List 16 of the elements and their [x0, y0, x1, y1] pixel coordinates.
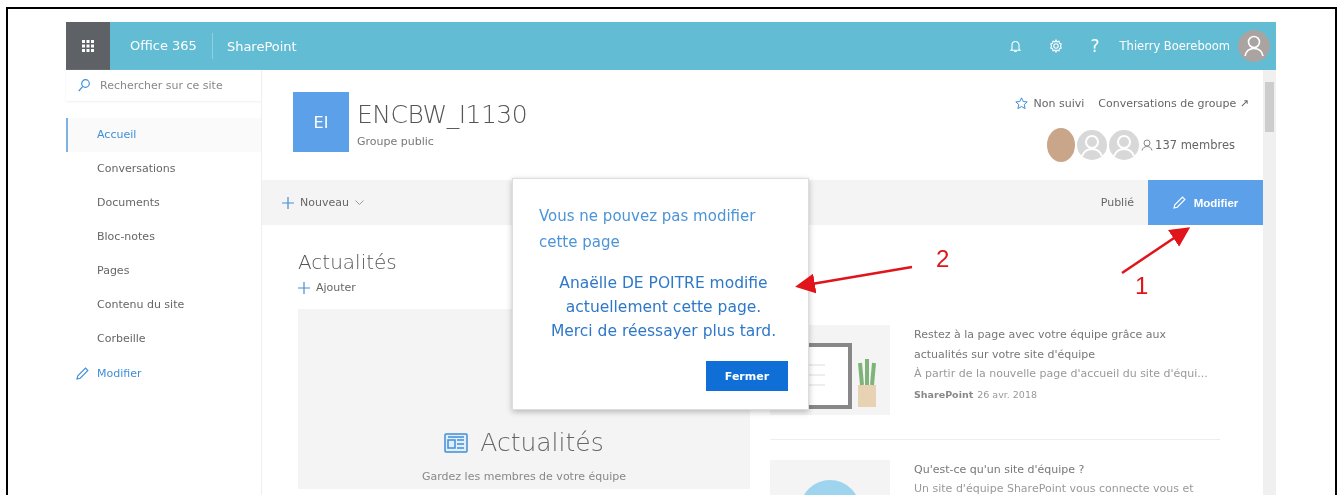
news-description: Un site d'équipe SharePoint vous connecte vous et	[914, 481, 1194, 495]
publish-status: Publié	[1100, 196, 1134, 209]
news-date: 26 avr. 2018	[977, 389, 1037, 400]
site-logo: EI	[293, 92, 349, 152]
site-title: ENCBW_I1130	[357, 100, 529, 129]
site-privacy: Groupe public	[357, 135, 435, 148]
news-source: SharePoint	[914, 389, 974, 400]
placeholder-text: Gardez les membres de votre équipe	[422, 470, 626, 483]
news-heading: Actualités	[298, 250, 398, 274]
placeholder-title: Actualités	[480, 428, 604, 457]
dialog-title: Vous ne pouvez pas modifier cette page	[539, 206, 757, 253]
news-description: À partir de la nouvelle page d'accueil du site d'équi...	[914, 366, 1209, 382]
follow-label: Non suivi	[1033, 97, 1085, 110]
annotation-number: 2	[936, 245, 950, 273]
dialog-message: Anaëlle DE POITRE modifie actuellement cette page. Merci de réessayer plus tard.	[549, 273, 778, 342]
annotation-number: 1	[1135, 272, 1149, 300]
